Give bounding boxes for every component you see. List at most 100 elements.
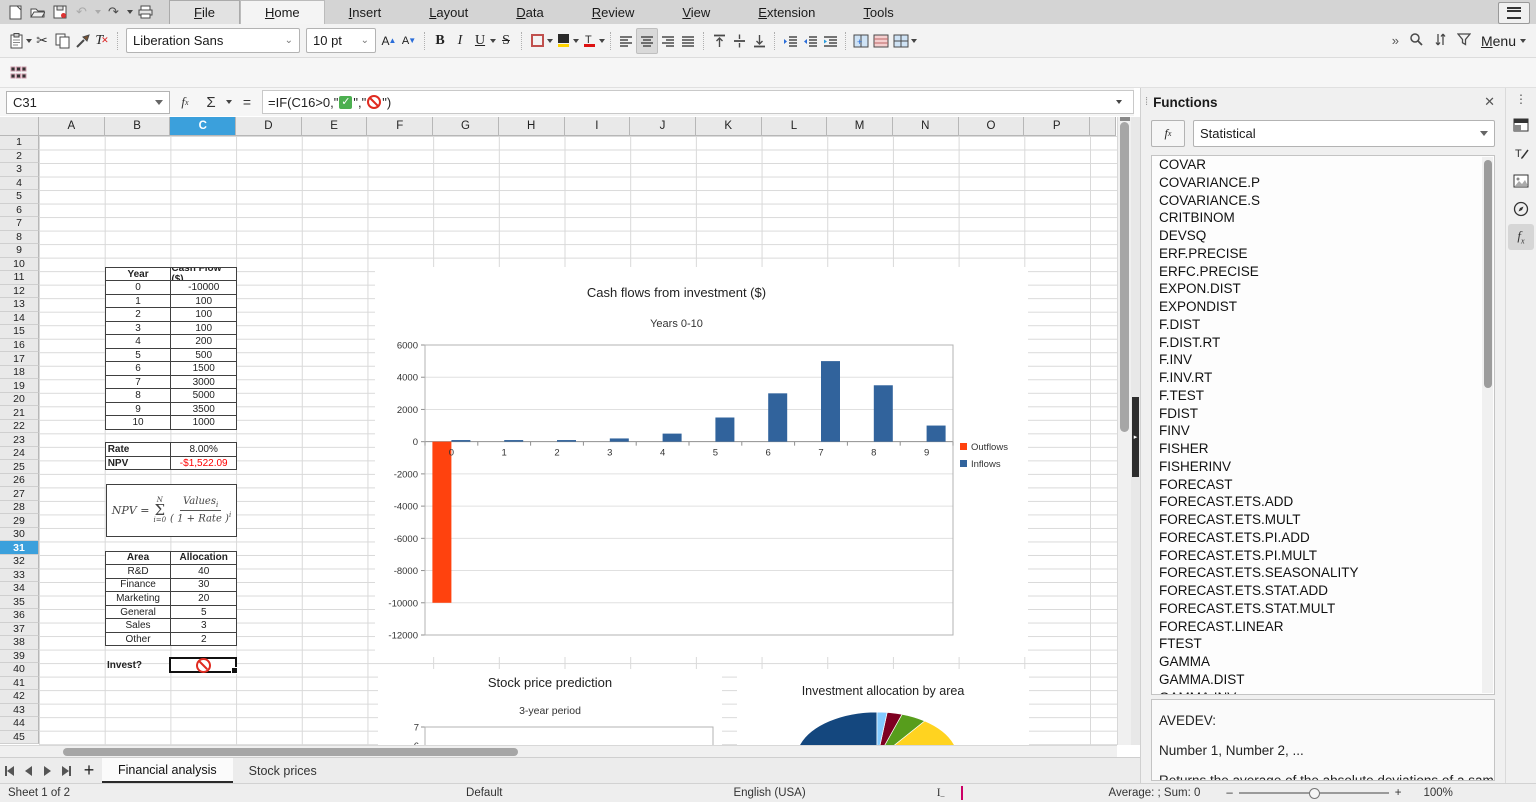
column-header-E[interactable]: E bbox=[302, 117, 368, 136]
column-header-C[interactable]: C bbox=[170, 117, 236, 136]
previous-sheet-icon[interactable] bbox=[19, 758, 38, 783]
ribbon-tab-tools[interactable]: Tools bbox=[839, 0, 917, 24]
zoom-in-icon[interactable]: + bbox=[1395, 787, 1402, 799]
row-header-15[interactable]: 15 bbox=[0, 325, 39, 339]
clear-formatting-icon[interactable]: T✕ bbox=[92, 29, 112, 53]
column-header-F[interactable]: F bbox=[367, 117, 433, 136]
sidebar-menu-icon[interactable]: ⋮ bbox=[1506, 88, 1536, 110]
row-header-31[interactable]: 31 bbox=[0, 541, 39, 555]
cell[interactable]: 5 bbox=[106, 349, 172, 363]
save-icon[interactable] bbox=[50, 3, 69, 21]
cell[interactable]: 2 bbox=[106, 308, 172, 322]
row-header-32[interactable]: 32 bbox=[0, 555, 39, 569]
cell[interactable]: 30 bbox=[171, 579, 237, 593]
name-box-dropdown-icon[interactable] bbox=[155, 100, 163, 105]
row-header-30[interactable]: 30 bbox=[0, 528, 39, 542]
bold-icon[interactable]: B bbox=[430, 29, 450, 53]
row-header-10[interactable]: 10 bbox=[0, 258, 39, 272]
row-header-2[interactable]: 2 bbox=[0, 150, 39, 164]
cell[interactable]: 1500 bbox=[171, 362, 237, 376]
styles-deck-icon[interactable]: T bbox=[1508, 140, 1534, 166]
function-list-item[interactable]: F.TEST bbox=[1152, 387, 1494, 405]
functions-deck-icon[interactable]: fx bbox=[1508, 224, 1534, 250]
redo-dropdown-icon[interactable] bbox=[127, 10, 133, 14]
row-header-27[interactable]: 27 bbox=[0, 487, 39, 501]
function-list-item[interactable]: GAMMA.INV bbox=[1152, 689, 1494, 696]
function-list-scrollbar-thumb[interactable] bbox=[1484, 160, 1492, 388]
vertical-scrollbar[interactable] bbox=[1117, 117, 1131, 745]
cell[interactable]: 20 bbox=[171, 592, 237, 606]
unmerge-cells-icon[interactable] bbox=[891, 29, 911, 53]
justify-icon[interactable] bbox=[678, 29, 698, 53]
function-list-item[interactable]: FISHER bbox=[1152, 440, 1494, 458]
invest-label-cell[interactable]: Invest? bbox=[105, 659, 171, 673]
cell[interactable]: 8 bbox=[106, 389, 172, 403]
select-all-corner[interactable] bbox=[0, 117, 39, 136]
cell[interactable]: -$1,522.09 bbox=[171, 457, 237, 471]
line-chart-object[interactable]: Stock price prediction3-year period01234… bbox=[378, 669, 722, 745]
function-list-scrollbar[interactable] bbox=[1482, 157, 1493, 693]
insert-mode-icon[interactable]: I_ bbox=[929, 787, 953, 799]
decrease-indent-icon[interactable] bbox=[800, 29, 820, 53]
font-color-dropdown-icon[interactable] bbox=[599, 39, 605, 43]
document-modified-icon[interactable] bbox=[953, 787, 971, 799]
cell[interactable]: 5000 bbox=[171, 389, 237, 403]
align-right-icon[interactable] bbox=[658, 29, 678, 53]
column-headers[interactable]: ABCDEFGHIJKLMNOP bbox=[39, 117, 1116, 136]
row-header-34[interactable]: 34 bbox=[0, 582, 39, 596]
function-list-item[interactable]: ERFC.PRECISE bbox=[1152, 263, 1494, 281]
sheet-info[interactable]: Sheet 1 of 2 bbox=[0, 787, 78, 799]
row-header-38[interactable]: 38 bbox=[0, 636, 39, 650]
spreadsheet-grid[interactable]: ABCDEFGHIJKLMNOP 12345678910111213141516… bbox=[0, 117, 1117, 745]
sum-dropdown-icon[interactable] bbox=[226, 100, 232, 104]
copy-icon[interactable] bbox=[52, 29, 72, 53]
hamburger-menu-button[interactable] bbox=[1498, 2, 1530, 24]
cell[interactable]: Finance bbox=[106, 579, 172, 593]
row-header-13[interactable]: 13 bbox=[0, 298, 39, 312]
redo-icon[interactable]: ↷ bbox=[104, 3, 123, 21]
increase-font-size-icon[interactable]: A▲ bbox=[379, 29, 399, 53]
pie-chart-object[interactable]: Investment allocation by areaR&DFinanceM… bbox=[737, 669, 1029, 745]
row-headers[interactable]: 1234567891011121314151617181920212223242… bbox=[0, 136, 39, 744]
center-vertically-icon[interactable] bbox=[729, 29, 749, 53]
undo-dropdown-icon[interactable] bbox=[95, 10, 101, 14]
function-list[interactable]: COVARCOVARIANCE.PCOVARIANCE.SCRITBINOMDE… bbox=[1151, 155, 1495, 695]
cell[interactable]: 9 bbox=[106, 403, 172, 417]
row-header-3[interactable]: 3 bbox=[0, 163, 39, 177]
column-header-N[interactable]: N bbox=[893, 117, 959, 136]
font-name-combo[interactable]: Liberation Sans⌄ bbox=[126, 28, 300, 53]
increase-indent-icon[interactable] bbox=[780, 29, 800, 53]
function-list-item[interactable]: FORECAST.ETS.STAT.ADD bbox=[1152, 582, 1494, 600]
cell[interactable]: 1000 bbox=[171, 416, 237, 430]
font-size-combo[interactable]: 10 pt⌄ bbox=[306, 28, 376, 53]
row-header-16[interactable]: 16 bbox=[0, 339, 39, 353]
scrollbar-split-handle[interactable] bbox=[1120, 117, 1130, 121]
row-header-43[interactable]: 43 bbox=[0, 704, 39, 718]
row-header-24[interactable]: 24 bbox=[0, 447, 39, 461]
function-list-item[interactable]: EXPON.DIST bbox=[1152, 280, 1494, 298]
row-header-17[interactable]: 17 bbox=[0, 352, 39, 366]
ribbon-tab-insert[interactable]: Insert bbox=[325, 0, 406, 24]
gallery-deck-icon[interactable] bbox=[1508, 168, 1534, 194]
row-header-45[interactable]: 45 bbox=[0, 731, 39, 745]
category-dropdown[interactable]: Statistical bbox=[1193, 120, 1495, 147]
column-header-G[interactable]: G bbox=[433, 117, 499, 136]
cell[interactable]: Allocation bbox=[171, 552, 237, 566]
npv-formula-object[interactable]: NPV = NΣi=0 Valuesi( 1 + Rate )i bbox=[106, 484, 237, 537]
row-header-35[interactable]: 35 bbox=[0, 596, 39, 610]
underline-icon[interactable]: U bbox=[470, 29, 490, 53]
row-header-5[interactable]: 5 bbox=[0, 190, 39, 204]
navigator-deck-icon[interactable] bbox=[1508, 196, 1534, 222]
sort-icon[interactable] bbox=[1434, 32, 1447, 50]
function-list-item[interactable]: FTEST bbox=[1152, 635, 1494, 653]
page-style[interactable]: Default bbox=[458, 787, 510, 799]
cell[interactable]: NPV bbox=[106, 457, 172, 471]
column-header-K[interactable]: K bbox=[696, 117, 762, 136]
horizontal-scrollbar[interactable] bbox=[0, 745, 1117, 757]
function-list-item[interactable]: FORECAST.ETS.SEASONALITY bbox=[1152, 564, 1494, 582]
cell[interactable]: 3000 bbox=[171, 376, 237, 390]
row-header-39[interactable]: 39 bbox=[0, 650, 39, 664]
last-sheet-icon[interactable] bbox=[57, 758, 76, 783]
row-header-9[interactable]: 9 bbox=[0, 244, 39, 258]
cell[interactable]: Year bbox=[106, 268, 172, 282]
